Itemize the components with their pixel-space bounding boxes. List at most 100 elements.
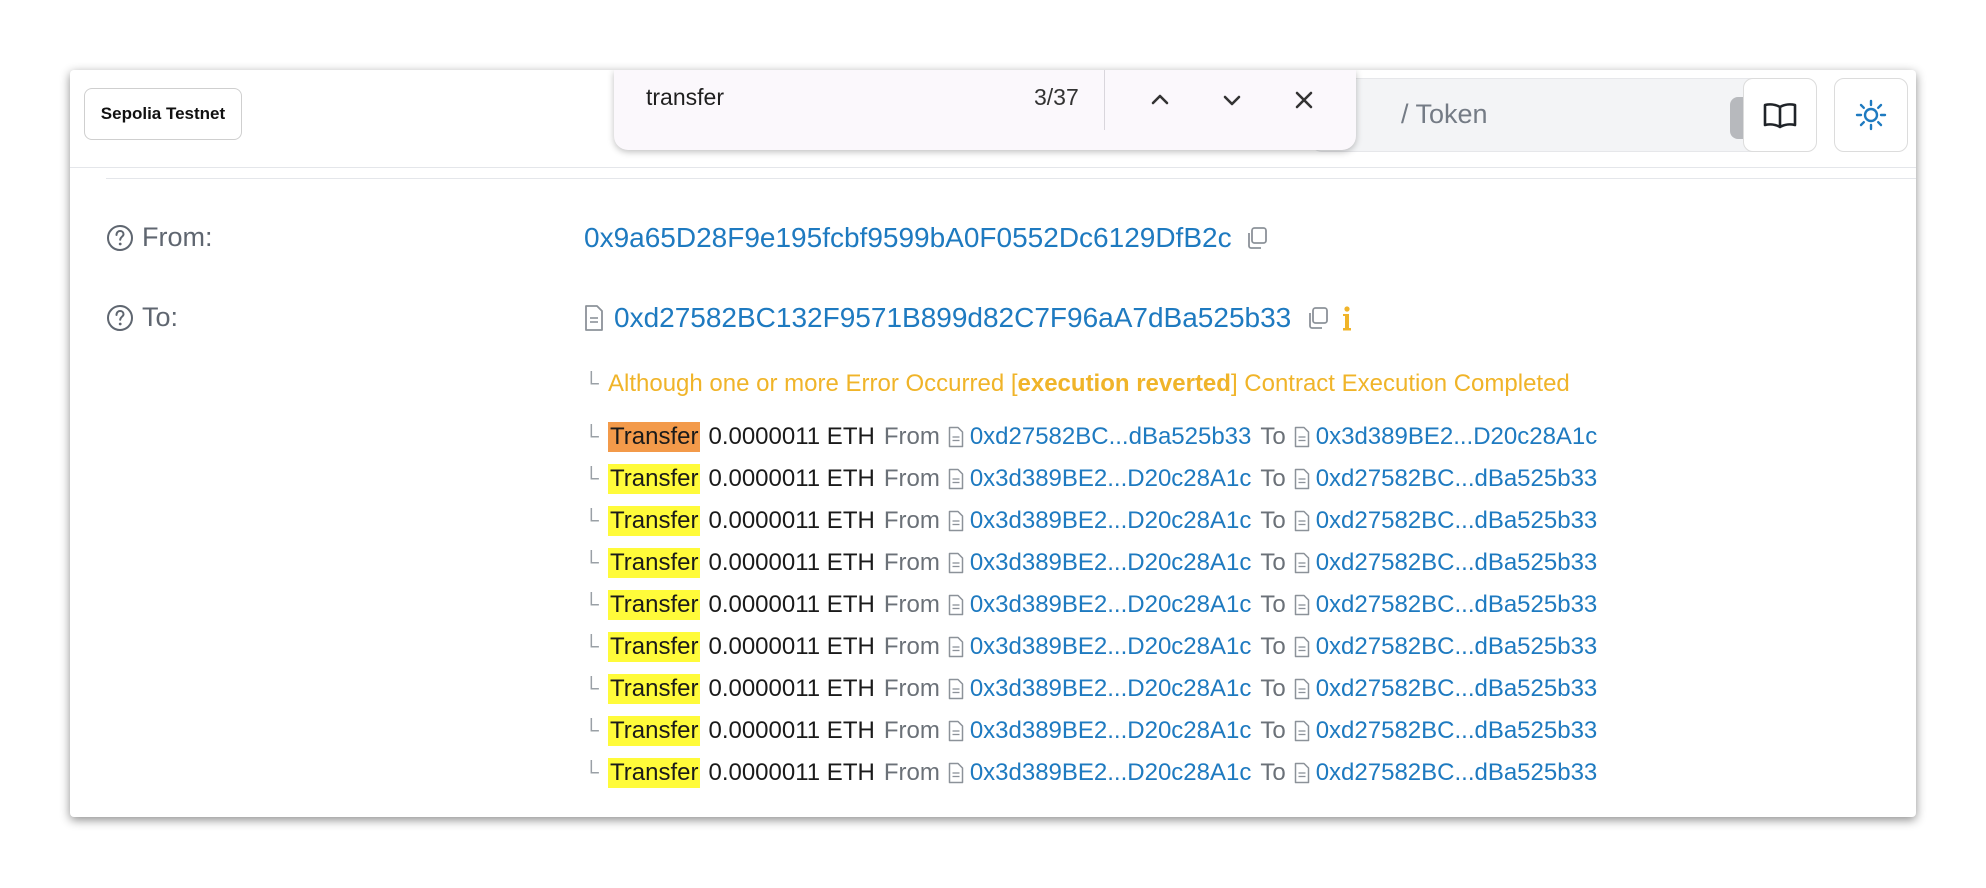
copy-icon[interactable]	[1305, 305, 1331, 331]
transfer-to-link[interactable]: 0xd27582BC...dBa525b33	[1316, 675, 1598, 703]
transfer-keyword: Transfer	[608, 422, 701, 452]
question-circle-icon	[107, 224, 133, 251]
note-suffix: ] Contract Execution Completed	[1230, 370, 1570, 397]
transfer-from-word: From	[883, 423, 940, 450]
from-contract-icon	[948, 594, 964, 616]
transfer-from-link[interactable]: 0x3d389BE2...D20c28A1c	[970, 633, 1252, 661]
transfer-from-link[interactable]: 0x3d389BE2...D20c28A1c	[970, 507, 1252, 535]
contract-file-icon	[585, 305, 603, 331]
copy-icon[interactable]	[1244, 225, 1270, 251]
contract-file-icon	[948, 720, 964, 742]
transfer-from-word: From	[883, 675, 940, 702]
from-contract-icon	[948, 510, 964, 532]
from-address-link[interactable]: 0x9a65D28F9e195fcbf9599bA0F0552Dc6129DfB…	[584, 222, 1232, 254]
transfer-keyword: Transfer	[608, 464, 701, 494]
find-in-page-bar: transfer 3/37	[614, 70, 1356, 150]
search-input[interactable]: / Token /	[1310, 78, 1795, 152]
find-next-button[interactable]	[1212, 80, 1252, 120]
contract-file-icon	[948, 468, 964, 490]
contract-file-icon	[1294, 510, 1309, 532]
contract-file-icon	[1294, 678, 1309, 700]
transfer-to-link[interactable]: 0xd27582BC...dBa525b33	[1316, 633, 1598, 661]
find-query-input[interactable]: transfer	[646, 84, 724, 111]
to-contract-icon	[1294, 762, 1310, 784]
contract-file-icon	[948, 552, 964, 574]
transfer-from-link[interactable]: 0x3d389BE2...D20c28A1c	[970, 759, 1252, 787]
transfer-row: └ Transfer 0.0000011 ETH From 0x3d389BE2...D…	[584, 542, 1597, 584]
contract-file-icon	[1294, 762, 1309, 784]
transfer-from-link[interactable]: 0x3d389BE2...D20c28A1c	[970, 465, 1252, 493]
to-address-link[interactable]: 0xd27582BC132F9571B899d82C7F96aA7dBa525b…	[614, 302, 1291, 334]
theme-toggle-button[interactable]	[1834, 78, 1908, 152]
from-contract-icon	[948, 762, 964, 784]
to-value: 0xd27582BC132F9571B899d82C7F96aA7dBa525b…	[584, 302, 1353, 334]
transfer-to-link[interactable]: 0xd27582BC...dBa525b33	[1316, 465, 1598, 493]
transfer-amount: 0.0000011 ETH	[708, 423, 875, 450]
header-divider	[70, 167, 1916, 168]
find-close-button[interactable]	[1284, 80, 1324, 120]
browser-viewport: Sepolia Testnet / Token / transfer 3/37	[70, 70, 1916, 817]
tree-connector: └	[584, 593, 599, 616]
transfer-to-link[interactable]: 0xd27582BC...dBa525b33	[1316, 507, 1598, 535]
transfer-row: └ Transfer 0.0000011 ETH From 0x3d389BE2...D…	[584, 710, 1597, 752]
transfer-row: └ Transfer 0.0000011 ETH From 0x3d389BE2...D…	[584, 584, 1597, 626]
transfer-amount: 0.0000011 ETH	[708, 633, 875, 660]
tree-connector: └	[584, 677, 599, 700]
transfer-to-word: To	[1260, 633, 1286, 660]
transfer-from-word: From	[883, 759, 940, 786]
transfer-row: └ Transfer 0.0000011 ETH From 0x3d389BE2...D…	[584, 458, 1597, 500]
find-previous-button[interactable]	[1140, 80, 1180, 120]
to-contract-icon	[1294, 720, 1310, 742]
transfer-from-word: From	[883, 507, 940, 534]
to-label-row: To:	[106, 302, 178, 333]
find-match-count: 3/37	[1034, 84, 1079, 110]
transfer-from-link[interactable]: 0x3d389BE2...D20c28A1c	[970, 717, 1252, 745]
from-contract-icon	[948, 468, 964, 490]
contract-file-icon	[948, 636, 964, 658]
docs-button[interactable]	[1743, 78, 1817, 152]
network-badge[interactable]: Sepolia Testnet	[84, 88, 242, 140]
transfer-amount: 0.0000011 ETH	[708, 717, 875, 744]
transfer-amount: 0.0000011 ETH	[708, 759, 875, 786]
transfer-from-link[interactable]: 0xd27582BC...dBa525b33	[970, 423, 1252, 451]
transfer-from-word: From	[883, 633, 940, 660]
transfer-from-link[interactable]: 0x3d389BE2...D20c28A1c	[970, 675, 1252, 703]
tree-connector: └	[584, 719, 599, 742]
transfer-from-link[interactable]: 0x3d389BE2...D20c28A1c	[970, 591, 1252, 619]
tree-connector: └	[584, 467, 599, 490]
transfer-to-word: To	[1260, 759, 1286, 786]
transfer-to-link[interactable]: 0xd27582BC...dBa525b33	[1316, 549, 1598, 577]
note-prefix: Although one or more Error Occurred [	[608, 370, 1018, 397]
tree-connector: └	[584, 551, 599, 574]
from-contract-icon	[948, 636, 964, 658]
transfer-to-word: To	[1260, 675, 1286, 702]
to-contract-icon	[1294, 426, 1310, 448]
to-contract-icon	[1294, 552, 1310, 574]
transfer-to-word: To	[1260, 465, 1286, 492]
to-contract-icon	[1294, 594, 1310, 616]
info-icon[interactable]	[1341, 303, 1353, 333]
transfer-to-link[interactable]: 0xd27582BC...dBa525b33	[1316, 717, 1598, 745]
transfer-to-link[interactable]: 0xd27582BC...dBa525b33	[1316, 759, 1598, 787]
contract-file-icon	[948, 762, 964, 784]
transfer-keyword: Transfer	[608, 674, 701, 704]
transfer-keyword: Transfer	[608, 758, 701, 788]
transfer-row: └ Transfer 0.0000011 ETH From 0x3d389BE2...D…	[584, 500, 1597, 542]
transfer-to-link[interactable]: 0xd27582BC...dBa525b33	[1316, 591, 1598, 619]
to-contract-icon	[1294, 510, 1310, 532]
book-icon	[1763, 103, 1797, 129]
transfer-to-word: To	[1260, 717, 1286, 744]
transfer-from-link[interactable]: 0x3d389BE2...D20c28A1c	[970, 549, 1252, 577]
transfer-from-word: From	[883, 591, 940, 618]
chevron-up-icon	[1151, 94, 1169, 105]
from-contract-icon	[948, 678, 964, 700]
contract-file-icon	[948, 594, 964, 616]
transfer-to-link[interactable]: 0x3d389BE2...D20c28A1c	[1316, 423, 1598, 451]
chevron-down-icon	[1223, 95, 1241, 106]
to-label: To:	[142, 302, 179, 332]
find-divider	[1104, 70, 1105, 130]
transfer-from-word: From	[883, 549, 940, 576]
from-value: 0x9a65D28F9e195fcbf9599bA0F0552Dc6129DfB…	[584, 222, 1270, 254]
transfer-keyword: Transfer	[608, 548, 701, 578]
tree-connector: └	[584, 425, 599, 448]
